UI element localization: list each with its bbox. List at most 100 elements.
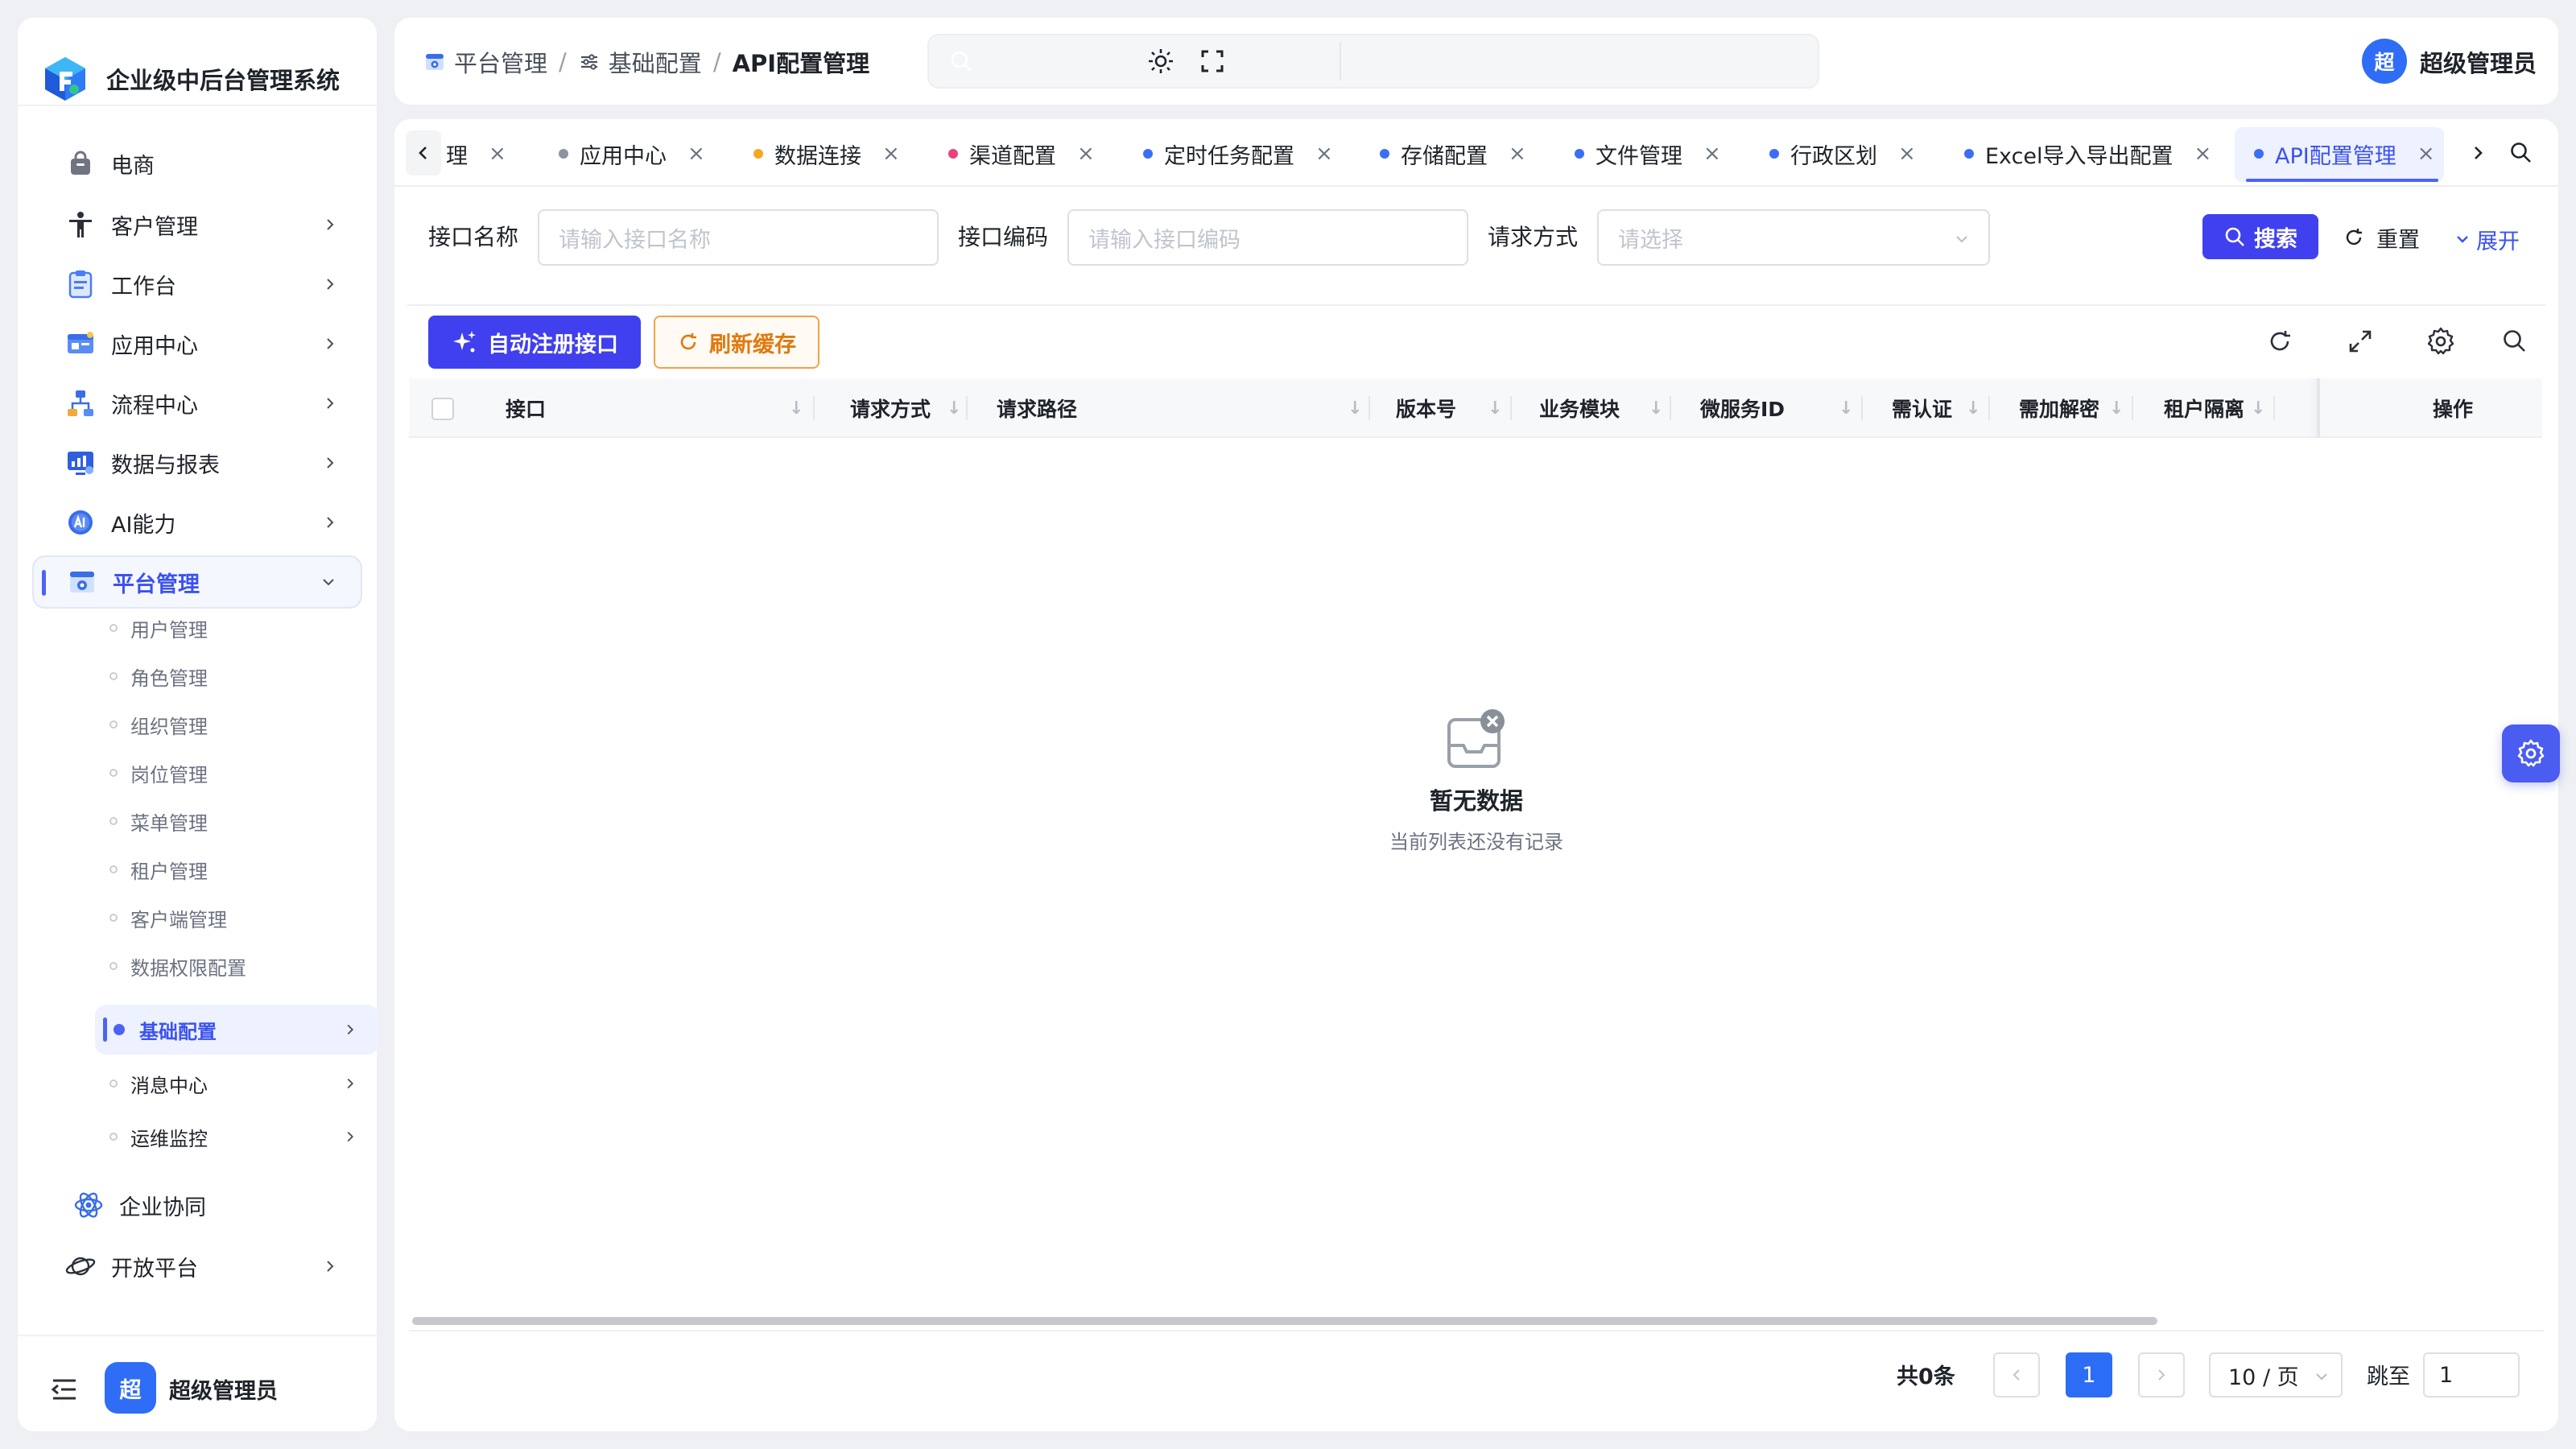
sidebar-item-data-reports[interactable]: 数据与报表 bbox=[32, 436, 362, 489]
tab-data-connection[interactable]: 数据连接 × bbox=[753, 130, 900, 177]
submenu-item-orgs[interactable]: 组织管理 bbox=[97, 702, 378, 747]
sidebar-item-open-platform[interactable]: 开放平台 bbox=[32, 1240, 362, 1293]
submenu-item-data-permissions[interactable]: 数据权限配置 bbox=[97, 943, 378, 989]
sort-arrow-icon[interactable]: ↓ bbox=[2109, 398, 2124, 419]
floating-settings-button[interactable] bbox=[2502, 724, 2560, 782]
sidebar-item-ai[interactable]: AI能力 bbox=[32, 496, 362, 549]
close-icon[interactable]: × bbox=[2194, 142, 2212, 166]
sidebar-item-label: AI能力 bbox=[111, 512, 176, 538]
sun-icon[interactable] bbox=[1146, 47, 1175, 76]
search-icon[interactable] bbox=[2508, 140, 2534, 166]
api-code-input[interactable]: 请输入接口编码 bbox=[1067, 209, 1468, 266]
sort-arrow-icon[interactable]: ↓ bbox=[1348, 398, 1362, 419]
collapse-menu-icon[interactable] bbox=[50, 1377, 79, 1402]
close-icon[interactable]: × bbox=[1315, 142, 1333, 166]
page-size-select[interactable]: 10 / 页 bbox=[2209, 1352, 2343, 1397]
sort-arrow-icon[interactable]: ↓ bbox=[947, 398, 961, 419]
submenu-item-roles[interactable]: 角色管理 bbox=[97, 654, 378, 699]
column-label: 请求路径 bbox=[997, 398, 1078, 421]
sort-arrow-icon[interactable]: ↓ bbox=[789, 398, 803, 419]
tab-admin-regions[interactable]: 行政区划 × bbox=[1769, 130, 1916, 177]
api-name-input[interactable]: 请输入接口名称 bbox=[538, 209, 939, 266]
settings-gear-icon[interactable] bbox=[2425, 325, 2457, 357]
avatar[interactable]: 超 bbox=[105, 1362, 156, 1414]
reload-icon[interactable] bbox=[2265, 327, 2294, 356]
tab-platform-truncated[interactable]: 理 × bbox=[446, 130, 506, 177]
tab-storage-config[interactable]: 存储配置 × bbox=[1380, 130, 1526, 177]
close-icon[interactable]: × bbox=[2417, 142, 2435, 166]
submenu-item-menus[interactable]: 菜单管理 bbox=[97, 799, 378, 844]
column-header-module[interactable]: 业务模块 ↓ bbox=[1539, 378, 1663, 438]
tab-app-center[interactable]: 应用中心 × bbox=[559, 130, 705, 177]
submenu-item-message-center[interactable]: 消息中心 bbox=[97, 1061, 378, 1106]
tabs-scroll-left-button[interactable] bbox=[406, 130, 441, 175]
column-header-tenant[interactable]: 租户隔离 ↓ bbox=[2164, 378, 2265, 438]
column-header-encryption[interactable]: 需加解密 ↓ bbox=[2019, 378, 2124, 438]
sidebar-item-workbench[interactable]: 工作台 bbox=[32, 258, 362, 311]
column-header-service-id[interactable]: 微服务ID ↓ bbox=[1700, 378, 1853, 438]
reset-button[interactable]: 重置 bbox=[2343, 219, 2420, 256]
sidebar-item-app-center[interactable]: 应用中心 bbox=[32, 317, 362, 370]
close-icon[interactable]: × bbox=[687, 142, 705, 166]
auto-register-label: 自动注册接口 bbox=[488, 332, 618, 357]
sort-arrow-icon[interactable]: ↓ bbox=[1839, 398, 1853, 419]
active-indicator bbox=[103, 1018, 107, 1042]
column-header-auth[interactable]: 需认证 ↓ bbox=[1892, 378, 1980, 438]
submenu-item-clients[interactable]: 客户端管理 bbox=[97, 895, 378, 940]
tab-excel-config[interactable]: Excel导入导出配置 × bbox=[1964, 130, 2211, 177]
tab-api-config[interactable]: API配置管理 × bbox=[2246, 130, 2438, 182]
refresh-cache-button[interactable]: 刷新缓存 bbox=[654, 316, 819, 369]
brand[interactable]: 企业级中后台管理系统 bbox=[42, 39, 340, 119]
auto-register-button[interactable]: 自动注册接口 bbox=[428, 316, 641, 369]
expand-diagonal-icon[interactable] bbox=[2346, 327, 2375, 356]
jump-page-input[interactable]: 1 bbox=[2423, 1352, 2520, 1397]
expand-button[interactable]: 展开 bbox=[2454, 221, 2520, 258]
active-dot-icon bbox=[114, 1024, 125, 1035]
prev-page-button[interactable] bbox=[1993, 1352, 2040, 1397]
submenu-item-posts[interactable]: 岗位管理 bbox=[97, 750, 378, 795]
sort-arrow-icon[interactable]: ↓ bbox=[1966, 398, 1980, 419]
close-icon[interactable]: × bbox=[1509, 142, 1526, 166]
close-icon[interactable]: × bbox=[1703, 142, 1721, 166]
column-header-method[interactable]: 请求方式 ↓ bbox=[850, 378, 961, 438]
column-header-version[interactable]: 版本号 ↓ bbox=[1396, 378, 1502, 438]
sort-arrow-icon[interactable]: ↓ bbox=[2251, 398, 2265, 419]
sidebar-item-platform[interactable]: 平台管理 bbox=[32, 555, 362, 609]
select-all-checkbox[interactable] bbox=[431, 398, 454, 420]
column-header-api[interactable]: 接口 ↓ bbox=[506, 378, 803, 438]
header-divider bbox=[1340, 42, 1341, 80]
sort-arrow-icon[interactable]: ↓ bbox=[1649, 398, 1663, 419]
submenu-item-users[interactable]: 用户管理 bbox=[97, 605, 378, 650]
search-button[interactable]: 搜索 bbox=[2202, 214, 2318, 259]
submenu-item-ops-monitor[interactable]: 运维监控 bbox=[97, 1114, 378, 1159]
next-page-button[interactable] bbox=[2138, 1352, 2185, 1397]
tab-channel-config[interactable]: 渠道配置 × bbox=[948, 130, 1095, 177]
avatar[interactable]: 超 bbox=[2362, 39, 2407, 84]
submenu-item-basic-config[interactable]: 基础配置 bbox=[95, 1005, 378, 1055]
sidebar-item-process-center[interactable]: 流程中心 bbox=[32, 377, 362, 430]
close-icon[interactable]: × bbox=[1077, 142, 1095, 166]
global-search-input[interactable] bbox=[927, 34, 1819, 89]
fullscreen-icon[interactable] bbox=[1199, 48, 1225, 74]
close-icon[interactable]: × bbox=[1898, 142, 1916, 166]
ai-badge-icon bbox=[64, 506, 97, 539]
sidebar-item-customers[interactable]: 客户管理 bbox=[32, 198, 362, 251]
page-1-button[interactable]: 1 bbox=[2066, 1352, 2112, 1397]
tab-scheduled-tasks[interactable]: 定时任务配置 × bbox=[1143, 130, 1333, 177]
tabs-scroll-right-button[interactable] bbox=[2460, 130, 2496, 175]
breadcrumb-item[interactable]: 平台管理 bbox=[423, 45, 547, 79]
breadcrumb-item[interactable]: 基础配置 bbox=[578, 45, 702, 79]
sidebar-item-collaboration[interactable]: 企业协同 bbox=[32, 1179, 362, 1232]
submenu-item-tenants[interactable]: 租户管理 bbox=[97, 847, 378, 892]
horizontal-scrollbar[interactable] bbox=[412, 1317, 2157, 1325]
sort-arrow-icon[interactable]: ↓ bbox=[1488, 398, 1502, 419]
close-icon[interactable]: × bbox=[882, 142, 900, 166]
request-method-select[interactable]: 请选择 bbox=[1597, 209, 1990, 266]
header-user-name[interactable]: 超级管理员 bbox=[2420, 45, 2537, 79]
tab-file-management[interactable]: 文件管理 × bbox=[1575, 130, 1721, 177]
column-header-path[interactable]: 请求路径 ↓ bbox=[997, 378, 1362, 438]
search-icon[interactable] bbox=[2500, 327, 2529, 356]
column-separator bbox=[1670, 396, 1671, 420]
sidebar-item-ecommerce[interactable]: 电商 bbox=[32, 137, 362, 190]
close-icon[interactable]: × bbox=[489, 142, 506, 166]
